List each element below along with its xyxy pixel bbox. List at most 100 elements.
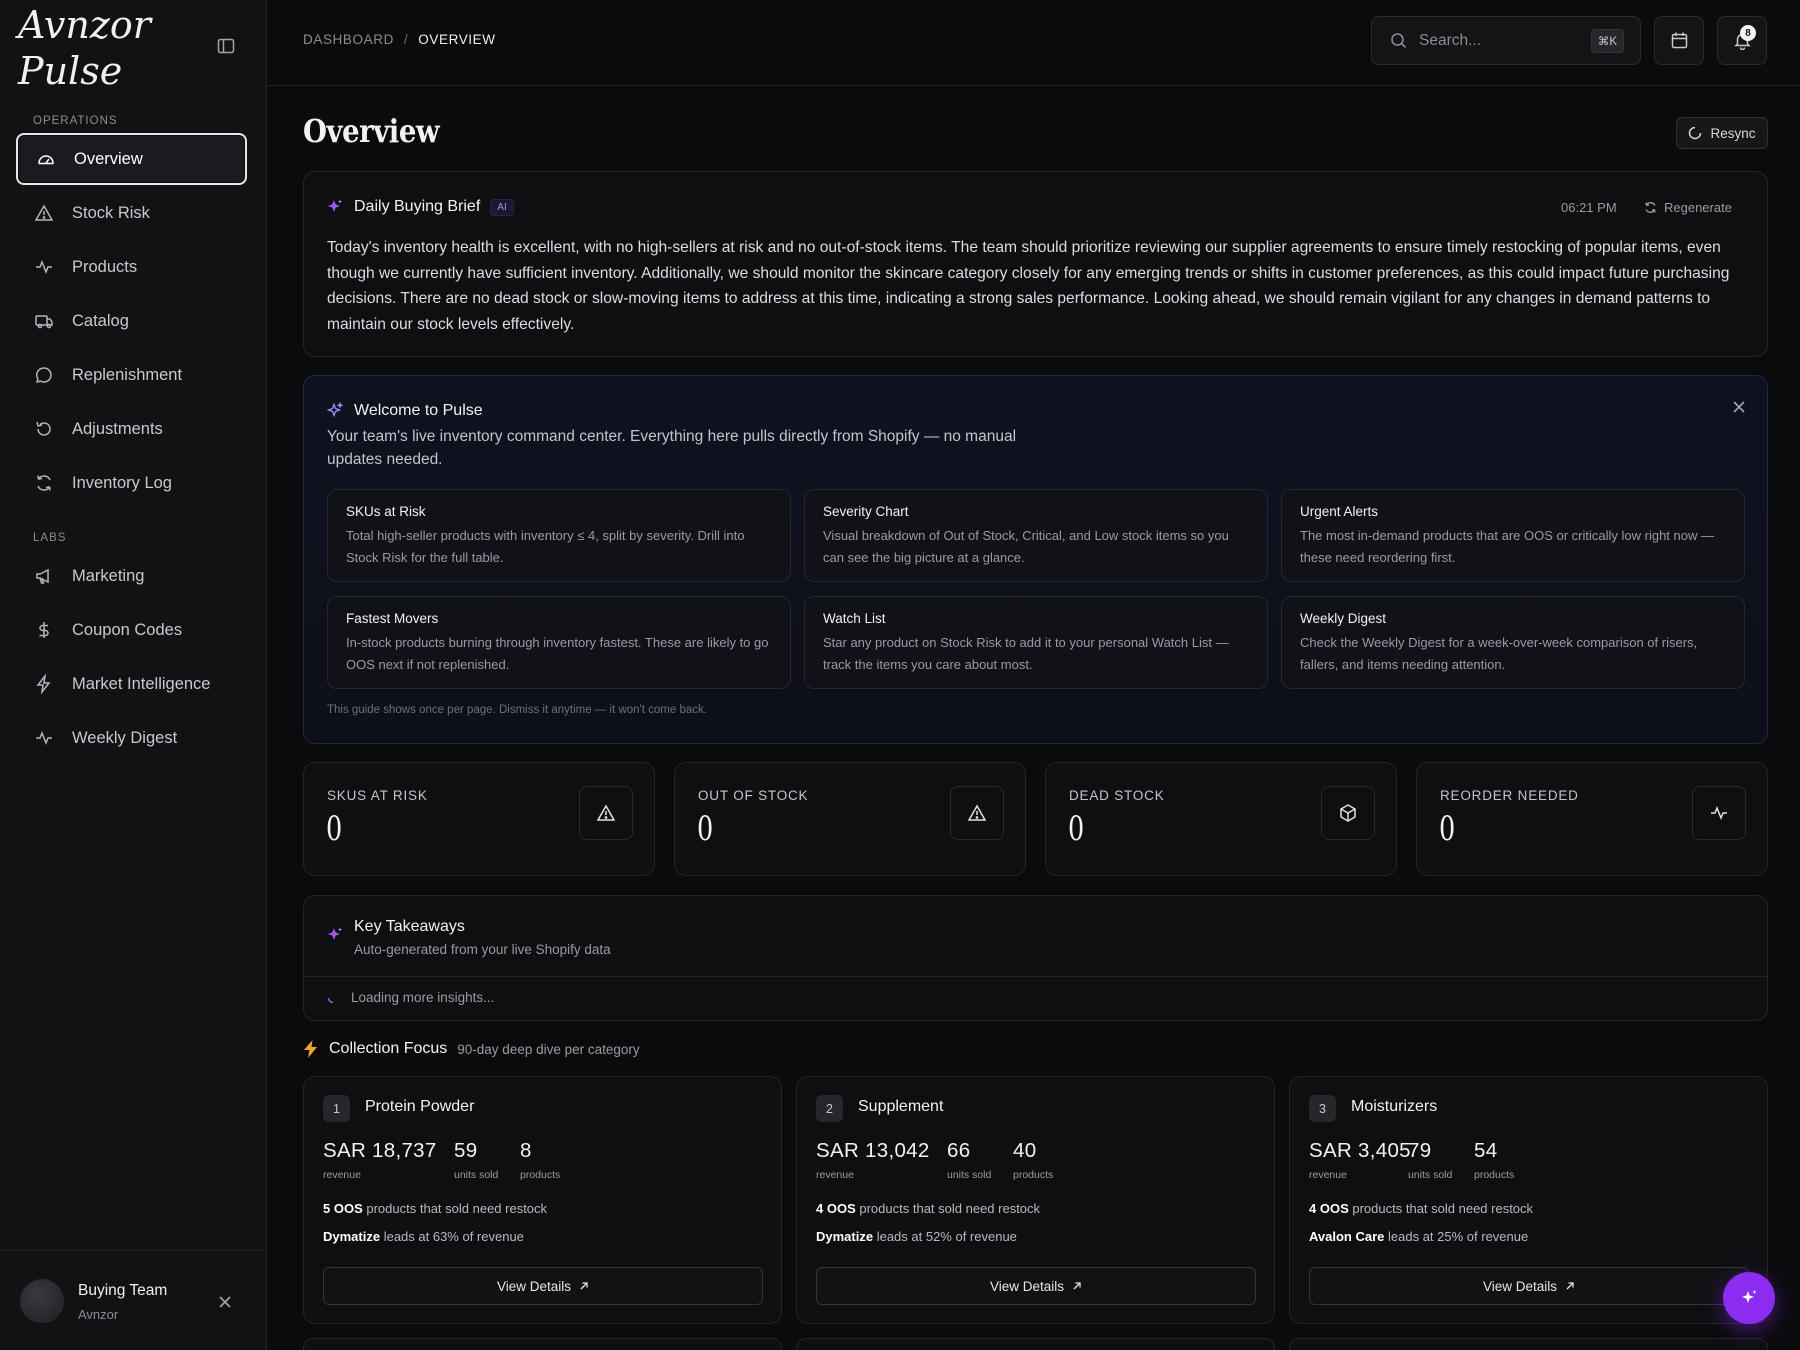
breadcrumb-dashboard[interactable]: DASHBOARD bbox=[303, 32, 394, 47]
calendar-button[interactable] bbox=[1654, 16, 1704, 65]
calendar-icon bbox=[1670, 31, 1689, 50]
spinner-icon bbox=[327, 992, 339, 1004]
brief-timestamp: 06:21 PM bbox=[1561, 200, 1617, 215]
collection-name: Protein Powder bbox=[365, 1098, 475, 1115]
section-label-labs: LABS bbox=[33, 532, 67, 544]
loading-indicator: Loading more insights... bbox=[327, 990, 494, 1005]
leader-text: leads at 63% of revenue bbox=[383, 1229, 524, 1244]
sidebar-item-overview[interactable]: Overview bbox=[16, 133, 247, 185]
button-label: View Details bbox=[496, 1278, 572, 1294]
welcome-card: Welcome to Pulse Your team's live invent… bbox=[303, 375, 1768, 744]
sidebar-item-catalog[interactable]: Catalog bbox=[16, 295, 247, 347]
sidebar-item-inventory-log[interactable]: Inventory Log bbox=[16, 457, 247, 509]
stat-products: 40 products bbox=[1013, 1139, 1053, 1181]
sidebar-item-stock-risk[interactable]: Stock Risk bbox=[16, 187, 247, 239]
rank-badge: 3 bbox=[1309, 1095, 1336, 1122]
section-label-operations: OPERATIONS bbox=[33, 115, 118, 127]
kpi-value: 0 bbox=[1439, 809, 1456, 849]
stat-label: units sold bbox=[947, 1169, 992, 1181]
close-icon[interactable] bbox=[1728, 396, 1750, 418]
kpi-dead-stock[interactable]: DEAD STOCK 0 bbox=[1045, 762, 1397, 876]
brief-header: Daily Buying Brief AI bbox=[326, 198, 514, 216]
activity-icon bbox=[34, 257, 54, 277]
tip-card-urgent-alerts: Urgent Alerts The most in-demand product… bbox=[1281, 489, 1745, 582]
collection-card-partial bbox=[1289, 1338, 1768, 1350]
activity-icon bbox=[34, 728, 54, 748]
sparkle-outline-icon bbox=[326, 402, 344, 420]
sidebar-toggle-icon[interactable] bbox=[213, 33, 239, 59]
collection-name: Supplement bbox=[858, 1098, 944, 1115]
tip-desc: Total high-seller products with inventor… bbox=[346, 528, 745, 565]
team-name: Buying Team bbox=[78, 1282, 168, 1299]
rank-badge: 1 bbox=[323, 1095, 350, 1122]
stat-label: units sold bbox=[454, 1169, 499, 1181]
loading-text: Loading more insights... bbox=[351, 990, 495, 1005]
search-placeholder: Search... bbox=[1419, 31, 1482, 49]
stat-value: SAR 18,737 bbox=[323, 1139, 437, 1162]
brand-logo[interactable]: Avnzor Pulse bbox=[18, 2, 218, 94]
tip-desc: The most in-demand products that are OOS… bbox=[1300, 528, 1714, 565]
kpi-label: DEAD STOCK bbox=[1069, 788, 1165, 803]
tip-card-fastest-movers: Fastest Movers In-stock products burning… bbox=[327, 596, 791, 689]
stat-label: revenue bbox=[1309, 1169, 1347, 1181]
stat-value: 40 bbox=[1013, 1139, 1037, 1162]
divider bbox=[304, 976, 1767, 977]
brief-title: Daily Buying Brief bbox=[354, 198, 481, 215]
kpi-label: SKUS AT RISK bbox=[327, 788, 428, 803]
refresh-icon bbox=[34, 473, 54, 493]
sidebar-item-label: Stock Risk bbox=[72, 203, 150, 222]
collection-focus-subtitle: 90-day deep dive per category bbox=[457, 1041, 640, 1057]
stat-label: revenue bbox=[323, 1169, 361, 1181]
regenerate-button[interactable]: Regenerate bbox=[1644, 200, 1732, 215]
sidebar-item-market-intelligence[interactable]: Market Intelligence bbox=[16, 658, 247, 710]
takeaways-header: Key Takeaways Auto-generated from your l… bbox=[326, 918, 611, 957]
view-details-button[interactable]: View Details bbox=[1309, 1267, 1749, 1305]
resync-button[interactable]: Resync bbox=[1676, 117, 1768, 149]
stat-revenue: SAR 18,737 revenue bbox=[323, 1139, 437, 1181]
tip-desc: Star any product on Stock Risk to add it… bbox=[823, 635, 1229, 672]
tip-title: Fastest Movers bbox=[346, 611, 439, 626]
refresh-icon bbox=[1644, 201, 1657, 214]
notifications-button[interactable]: 8 bbox=[1717, 16, 1767, 65]
team-org: Avnzor bbox=[78, 1307, 119, 1322]
warning-icon bbox=[34, 203, 54, 223]
daily-buying-brief-card: Daily Buying Brief AI 06:21 PM Regenerat… bbox=[303, 171, 1768, 357]
sidebar-item-coupon-codes[interactable]: Coupon Codes bbox=[16, 604, 247, 656]
sidebar-item-products[interactable]: Products bbox=[16, 241, 247, 293]
collection-focus-header: Collection Focus 90-day deep dive per ca… bbox=[303, 1040, 640, 1058]
gauge-icon bbox=[36, 149, 56, 169]
sidebar-item-label: Weekly Digest bbox=[72, 728, 178, 747]
kpi-value: 0 bbox=[697, 809, 714, 849]
view-details-button[interactable]: View Details bbox=[323, 1267, 763, 1305]
welcome-title: Welcome to Pulse bbox=[354, 402, 483, 419]
stat-revenue: SAR 13,042 revenue bbox=[816, 1139, 930, 1181]
kpi-out-of-stock[interactable]: OUT OF STOCK 0 bbox=[674, 762, 1026, 876]
tip-title: Severity Chart bbox=[823, 504, 909, 519]
sidebar-item-weekly-digest[interactable]: Weekly Digest bbox=[16, 712, 247, 764]
stat-value: 54 bbox=[1474, 1139, 1498, 1162]
button-label: View Details bbox=[989, 1278, 1065, 1294]
view-details-button[interactable]: View Details bbox=[816, 1267, 1256, 1305]
collection-card-supplement: 2 Supplement SAR 13,042 revenue 66 units… bbox=[796, 1076, 1275, 1324]
leader-brand: Dymatize bbox=[816, 1229, 874, 1244]
ai-assistant-button[interactable] bbox=[1723, 1272, 1775, 1324]
oos-line: 5 OOS products that sold need restock bbox=[323, 1201, 547, 1216]
regenerate-label: Regenerate bbox=[1664, 200, 1732, 215]
sidebar-item-replenishment[interactable]: Replenishment bbox=[16, 349, 247, 401]
close-icon[interactable] bbox=[214, 1291, 236, 1313]
search-input[interactable]: Search... ⌘K bbox=[1371, 16, 1641, 65]
stat-products: 54 products bbox=[1474, 1139, 1514, 1181]
kpi-skus-at-risk[interactable]: SKUS AT RISK 0 bbox=[303, 762, 655, 876]
sidebar-item-adjustments[interactable]: Adjustments bbox=[16, 403, 247, 455]
stat-label: revenue bbox=[816, 1169, 854, 1181]
brief-text: Today's inventory health is excellent, w… bbox=[327, 239, 1730, 333]
truck-icon bbox=[34, 311, 54, 331]
box-icon bbox=[1321, 786, 1375, 840]
avatar[interactable] bbox=[20, 1279, 64, 1323]
kpi-reorder-needed[interactable]: REORDER NEEDED 0 bbox=[1416, 762, 1768, 876]
oos-line: 4 OOS products that sold need restock bbox=[1309, 1201, 1533, 1216]
sidebar-item-marketing[interactable]: Marketing bbox=[16, 550, 247, 602]
kpi-value: 0 bbox=[326, 809, 343, 849]
tip-title: Urgent Alerts bbox=[1300, 504, 1379, 519]
kpi-label: REORDER NEEDED bbox=[1440, 788, 1579, 803]
